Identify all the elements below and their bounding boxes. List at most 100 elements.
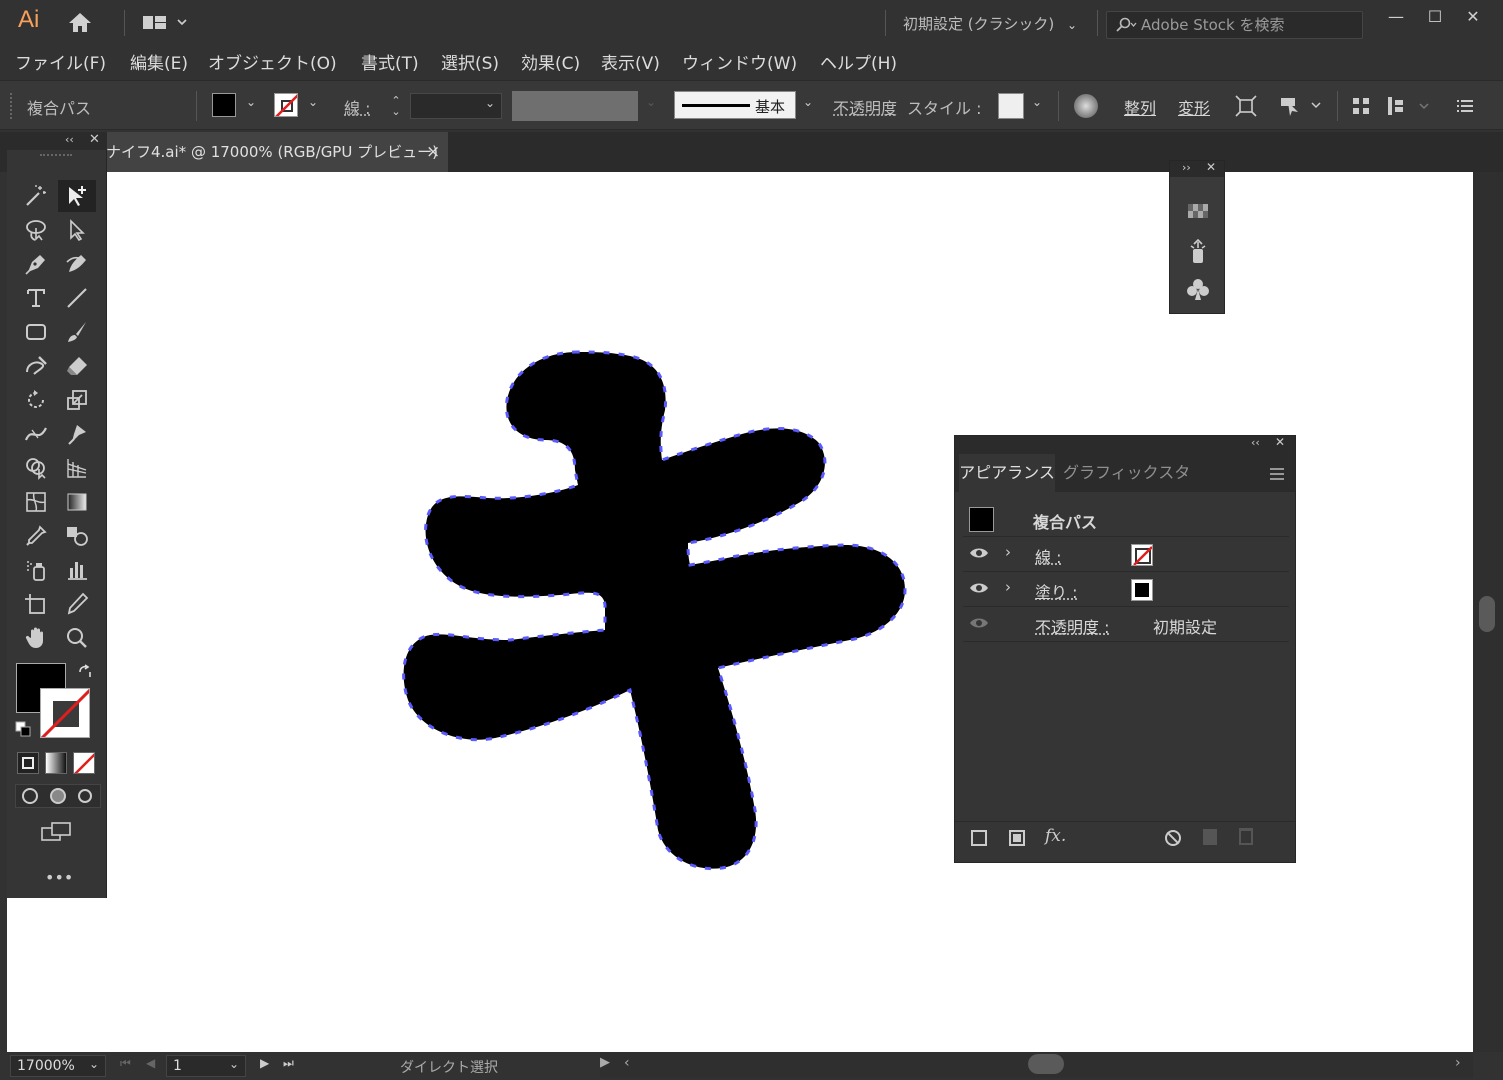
perspective-grid-tool-icon[interactable] bbox=[58, 452, 96, 484]
object-row[interactable]: 複合パス bbox=[963, 502, 1289, 537]
chevron-down-icon[interactable]: ⌄ bbox=[1032, 95, 1042, 109]
recolor-artwork-icon[interactable] bbox=[1074, 94, 1098, 118]
vertical-scrollbar[interactable] bbox=[1473, 172, 1503, 1052]
brush-definition-dropdown[interactable]: 基本 bbox=[674, 91, 796, 119]
fill-color-swatch[interactable] bbox=[212, 93, 236, 117]
close-panel-icon[interactable]: ✕ bbox=[1275, 435, 1285, 449]
chevron-down-icon[interactable]: ⌄ bbox=[803, 95, 813, 109]
paintbrush-tool-icon[interactable] bbox=[58, 316, 96, 348]
stroke-swatch[interactable] bbox=[1131, 544, 1153, 566]
close-tab-button[interactable]: × bbox=[426, 132, 440, 172]
close-window-button[interactable]: ✕ bbox=[1460, 6, 1486, 28]
mesh-tool-icon[interactable] bbox=[17, 486, 55, 518]
color-mode-button[interactable] bbox=[17, 752, 39, 774]
eye-icon[interactable] bbox=[969, 545, 989, 565]
stroke-color-box[interactable] bbox=[40, 688, 90, 738]
symbols-club-icon[interactable] bbox=[1186, 277, 1210, 301]
opacity-attribute-label[interactable]: 不透明度 : bbox=[1035, 614, 1109, 638]
vertical-scroll-thumb[interactable] bbox=[1479, 596, 1495, 632]
curvature-tool-icon[interactable] bbox=[58, 248, 96, 280]
expand-chevron-icon[interactable]: › bbox=[1005, 543, 1011, 561]
symbol-sprayer-tool-icon[interactable] bbox=[17, 554, 55, 586]
menu-view[interactable]: 表示(V) bbox=[601, 49, 660, 74]
menu-window[interactable]: ウィンドウ(W) bbox=[682, 49, 797, 74]
stroke-color-swatch[interactable] bbox=[274, 93, 298, 117]
blend-tool-icon[interactable] bbox=[58, 520, 96, 552]
pen-tool-icon[interactable] bbox=[17, 248, 55, 280]
stroke-attribute-label[interactable]: 線 : bbox=[1035, 544, 1061, 568]
stroke-weight-field[interactable]: ⌄ bbox=[410, 93, 502, 119]
distribute-options-button[interactable] bbox=[1386, 95, 1432, 117]
fill-attribute-row[interactable]: › 塗り : bbox=[963, 572, 1289, 607]
maximize-button[interactable]: ☐ bbox=[1422, 6, 1448, 28]
type-tool-icon[interactable] bbox=[17, 282, 55, 314]
menu-edit[interactable]: 編集(E) bbox=[130, 49, 188, 74]
eye-icon[interactable] bbox=[969, 615, 989, 635]
gradient-tool-icon[interactable] bbox=[58, 486, 96, 518]
add-new-effect-icon[interactable]: fx. bbox=[1045, 826, 1066, 846]
draw-inside-icon[interactable] bbox=[78, 789, 92, 803]
previous-artboard-icon[interactable]: ◀ bbox=[146, 1056, 155, 1070]
collapse-icon[interactable]: ‹‹ bbox=[1251, 436, 1260, 449]
menu-select[interactable]: 選択(S) bbox=[441, 49, 499, 74]
rectangle-tool-icon[interactable] bbox=[17, 316, 55, 348]
line-segment-tool-icon[interactable] bbox=[58, 282, 96, 314]
eraser-tool-icon[interactable] bbox=[58, 350, 96, 382]
dock-header[interactable]: ›› ✕ bbox=[1170, 160, 1224, 177]
shape-builder-tool-icon[interactable] bbox=[17, 452, 55, 484]
none-mode-button[interactable] bbox=[73, 752, 95, 774]
menu-file[interactable]: ファイル(F) bbox=[15, 49, 106, 74]
graphic-style-swatch[interactable] bbox=[998, 93, 1024, 119]
last-artboard-icon[interactable]: ⏭ bbox=[283, 1056, 294, 1071]
expand-icon[interactable]: ›› bbox=[1182, 161, 1191, 174]
isolate-object-icon[interactable] bbox=[1234, 94, 1258, 118]
close-panel-icon[interactable]: ✕ bbox=[89, 132, 100, 147]
fill-attribute-label[interactable]: 塗り : bbox=[1035, 579, 1077, 603]
fill-swatch[interactable] bbox=[1131, 579, 1153, 601]
zoom-level-dropdown[interactable]: 17000% ⌄ bbox=[10, 1055, 106, 1077]
horizontal-scroll-thumb[interactable] bbox=[1028, 1054, 1064, 1074]
lasso-tool-icon[interactable] bbox=[17, 214, 55, 246]
first-artboard-icon[interactable]: ⏮ bbox=[120, 1056, 131, 1071]
scale-tool-icon[interactable] bbox=[58, 384, 96, 416]
compound-path-artwork[interactable] bbox=[402, 350, 907, 871]
opacity-label[interactable]: 不透明度 bbox=[833, 95, 897, 119]
variable-width-profile-dropdown[interactable] bbox=[512, 91, 638, 121]
grip-handle[interactable] bbox=[40, 154, 72, 157]
chevron-down-icon[interactable]: ⌄ bbox=[308, 95, 318, 109]
workspace-preset-dropdown[interactable]: 初期設定 (クラシック) ⌄ bbox=[893, 11, 1083, 37]
width-tool-icon[interactable] bbox=[17, 418, 55, 450]
draw-normal-icon[interactable] bbox=[22, 788, 38, 804]
eyedropper-tool-icon[interactable] bbox=[17, 520, 55, 552]
transparency-panel-icon[interactable] bbox=[1186, 201, 1210, 221]
direct-selection-tool-icon[interactable] bbox=[58, 180, 96, 212]
close-panel-icon[interactable]: ✕ bbox=[1206, 160, 1216, 174]
home-icon[interactable] bbox=[66, 10, 94, 34]
panel-header[interactable]: ‹‹ ✕ bbox=[955, 435, 1295, 454]
minimize-button[interactable]: — bbox=[1383, 6, 1409, 28]
shaper-tool-icon[interactable] bbox=[17, 350, 55, 382]
scroll-right-icon[interactable]: › bbox=[1455, 1055, 1461, 1071]
next-artboard-icon[interactable]: ▶ bbox=[260, 1056, 269, 1070]
collapse-icon[interactable]: ‹‹ bbox=[65, 133, 74, 146]
hand-tool-icon[interactable] bbox=[17, 622, 55, 654]
expand-chevron-icon[interactable]: › bbox=[1005, 578, 1011, 596]
chevron-down-icon[interactable]: ⌄ bbox=[246, 95, 256, 109]
clear-appearance-icon[interactable] bbox=[1165, 830, 1181, 846]
edit-toolbar-button[interactable]: ••• bbox=[45, 868, 73, 887]
toolbox-header[interactable]: ‹‹ ✕ bbox=[7, 132, 107, 150]
slice-tool-icon[interactable] bbox=[58, 588, 96, 620]
workspace-switcher-button[interactable] bbox=[142, 12, 192, 34]
opacity-attribute-row[interactable]: 不透明度 : 初期設定 bbox=[963, 607, 1289, 642]
menu-type[interactable]: 書式(T) bbox=[361, 49, 419, 74]
grip-handle[interactable] bbox=[10, 93, 13, 119]
panel-menu-icon[interactable] bbox=[1269, 466, 1285, 480]
adobe-stock-search-input[interactable]: Adobe Stock を検索 bbox=[1106, 11, 1363, 39]
gradient-mode-button[interactable] bbox=[45, 752, 67, 774]
menu-object[interactable]: オブジェクト(O) bbox=[208, 49, 337, 74]
eye-icon[interactable] bbox=[969, 580, 989, 600]
tab-appearance[interactable]: アピアランス bbox=[959, 454, 1055, 492]
column-graph-tool-icon[interactable] bbox=[58, 554, 96, 586]
panel-menu-icon[interactable] bbox=[1455, 97, 1475, 115]
direct-select-arrow-icon[interactable] bbox=[58, 214, 96, 246]
